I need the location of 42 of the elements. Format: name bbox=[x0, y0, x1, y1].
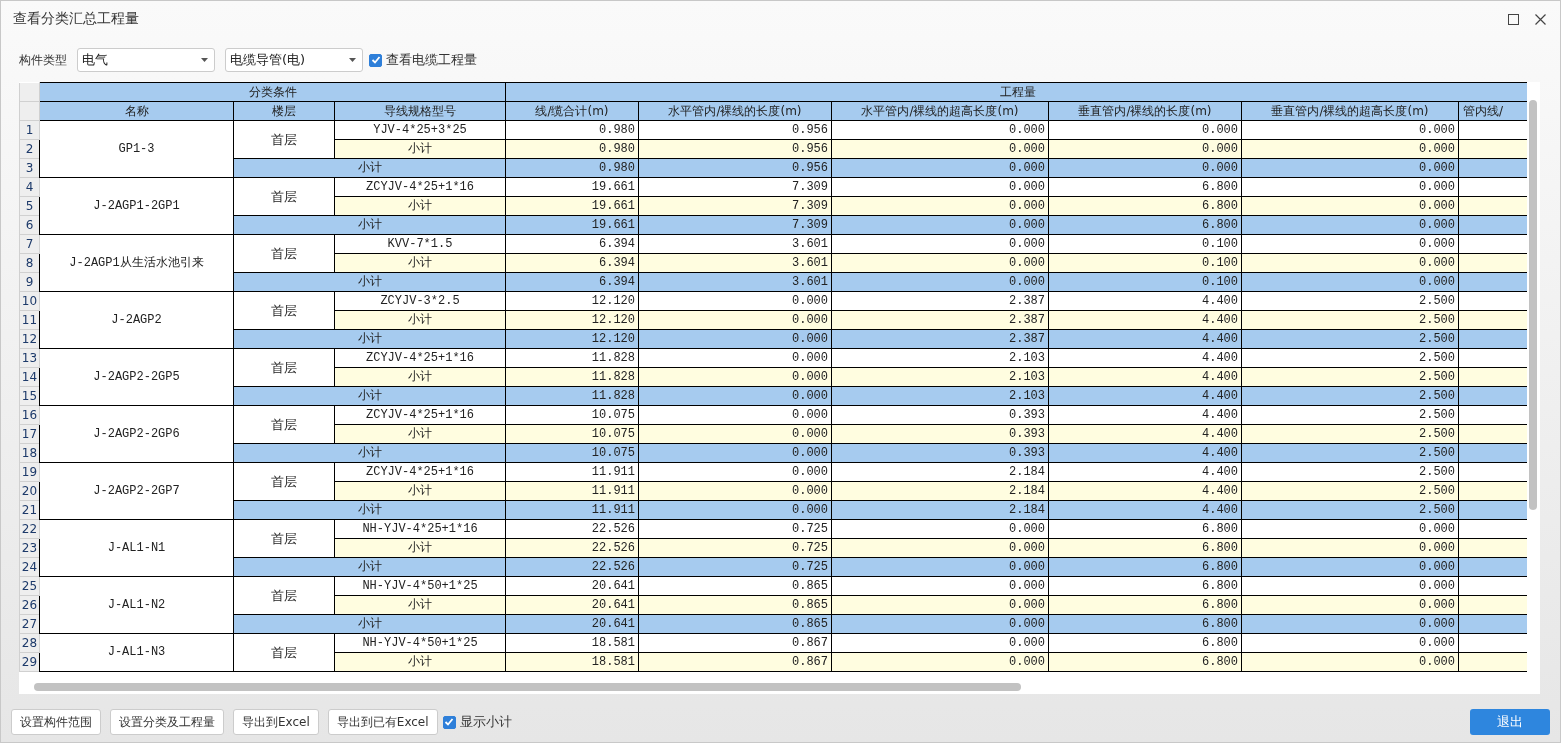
table-cell: 首层 bbox=[233, 633, 335, 672]
close-icon[interactable] bbox=[1535, 13, 1546, 25]
table-cell: J-2AGP1从生活水池引来 bbox=[39, 234, 234, 292]
scrollbar-thumb[interactable] bbox=[1529, 100, 1537, 510]
table-cell: J-2AGP1-2GP1 bbox=[39, 177, 234, 235]
checkbox-label: 查看电缆工程量 bbox=[386, 51, 477, 69]
exit-button[interactable]: 退出 bbox=[1470, 709, 1550, 735]
table-cell: 首层 bbox=[233, 348, 335, 387]
window-title: 查看分类汇总工程量 bbox=[13, 10, 139, 28]
column-group-header: 工程量 bbox=[505, 82, 1527, 102]
table-cell: J-2AGP2-2GP5 bbox=[39, 348, 234, 406]
caret-icon bbox=[201, 58, 208, 62]
checkbox-label: 显示小计 bbox=[459, 713, 512, 731]
toolbar-button[interactable]: 导出到Excel bbox=[233, 709, 319, 735]
maximize-icon[interactable] bbox=[1508, 13, 1519, 25]
table-cell: J-2AGP2-2GP6 bbox=[39, 405, 234, 463]
table-cell: 首层 bbox=[233, 291, 335, 330]
table-cell: GP1-3 bbox=[39, 120, 234, 178]
caret-icon bbox=[349, 58, 356, 62]
table-cell: 首层 bbox=[233, 576, 335, 615]
table-cell: 首层 bbox=[233, 519, 335, 558]
table-cell: 首层 bbox=[233, 177, 335, 216]
corner-cell bbox=[19, 82, 40, 102]
table-cell: J-2AGP2-2GP7 bbox=[39, 462, 234, 520]
checkbox[interactable] bbox=[369, 53, 382, 67]
table-cell: 首层 bbox=[233, 120, 335, 159]
toolbar-button[interactable]: 设置构件范围 bbox=[11, 709, 101, 735]
table-cell: J-2AGP2 bbox=[39, 291, 234, 349]
table-cell: J-AL1-N1 bbox=[39, 519, 234, 577]
table-cell: 首层 bbox=[233, 234, 335, 273]
table-cell: 首层 bbox=[233, 462, 335, 501]
toolbar-button[interactable]: 导出到已有Excel bbox=[327, 709, 438, 735]
dropdown[interactable]: 电缆导管(电) bbox=[225, 48, 363, 72]
component-type-label: 构件类型 bbox=[19, 51, 67, 69]
table-cell: J-AL1-N2 bbox=[39, 576, 234, 634]
toolbar-button[interactable]: 设置分类及工程量 bbox=[110, 709, 224, 735]
table-cell: J-AL1-N3 bbox=[39, 633, 234, 672]
checkbox[interactable] bbox=[442, 715, 456, 729]
column-group-header: 分类条件 bbox=[39, 82, 506, 102]
dropdown[interactable]: 电气 bbox=[77, 48, 215, 72]
scrollbar-thumb[interactable] bbox=[34, 683, 1021, 691]
table-cell: 首层 bbox=[233, 405, 335, 444]
